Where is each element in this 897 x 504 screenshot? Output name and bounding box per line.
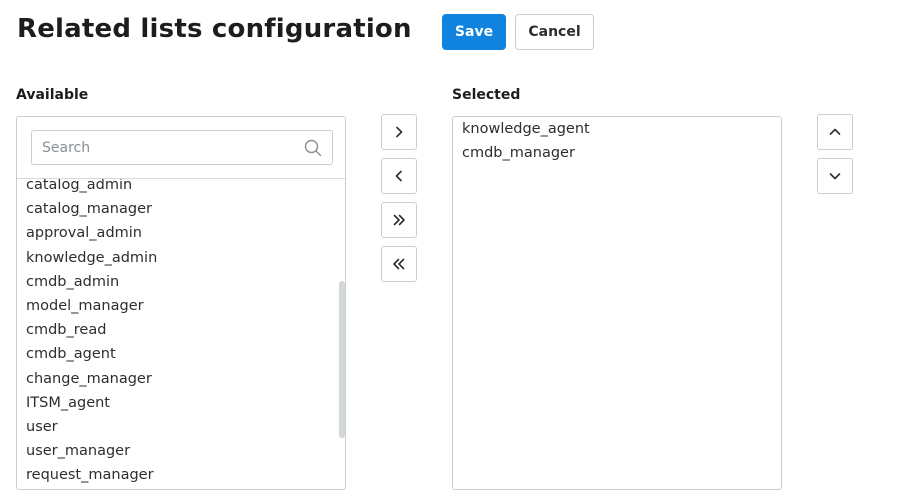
list-item[interactable]: catalog_manager xyxy=(17,197,345,221)
list-item[interactable]: approval_admin xyxy=(17,221,345,245)
search-icon xyxy=(304,139,322,157)
selected-list: knowledge_agent cmdb_manager xyxy=(453,117,781,165)
chevron-down-icon xyxy=(829,173,841,180)
list-item[interactable]: model_manager xyxy=(17,294,345,318)
available-list: catalog_admin catalog_manager approval_adm… xyxy=(17,173,345,487)
save-button[interactable]: Save xyxy=(442,14,506,50)
available-list-scrollbar[interactable] xyxy=(339,281,345,438)
list-item[interactable]: cmdb_read xyxy=(17,318,345,342)
move-down-button[interactable] xyxy=(817,158,853,194)
list-item[interactable]: user_manager xyxy=(17,439,345,463)
search-input[interactable] xyxy=(32,131,332,164)
available-label: Available xyxy=(16,87,89,103)
double-chevron-right-icon xyxy=(393,214,405,226)
selected-list-panel: knowledge_agent cmdb_manager xyxy=(452,116,782,490)
selected-label: Selected xyxy=(452,87,521,103)
list-item[interactable]: cmdb_agent xyxy=(17,342,345,366)
list-item[interactable]: ITSM_agent xyxy=(17,391,345,415)
move-up-button[interactable] xyxy=(817,114,853,150)
list-item[interactable]: change_manager xyxy=(17,367,345,391)
move-all-right-button[interactable] xyxy=(381,202,417,238)
chevron-left-icon xyxy=(395,170,402,182)
move-right-button[interactable] xyxy=(381,114,417,150)
chevron-right-icon xyxy=(396,126,403,138)
double-chevron-left-icon xyxy=(393,258,405,270)
list-item[interactable]: request_manager xyxy=(17,463,345,487)
search-area xyxy=(17,117,345,179)
search-box xyxy=(31,130,333,165)
list-item[interactable]: knowledge_agent xyxy=(453,117,781,141)
list-item[interactable]: knowledge_admin xyxy=(17,246,345,270)
list-item[interactable]: cmdb_admin xyxy=(17,270,345,294)
chevron-up-icon xyxy=(829,128,841,135)
list-item[interactable]: cmdb_manager xyxy=(453,141,781,165)
move-left-button[interactable] xyxy=(381,158,417,194)
list-item[interactable]: user xyxy=(17,415,345,439)
page-title: Related lists configuration xyxy=(17,14,412,44)
available-list-panel: catalog_admin catalog_manager approval_adm… xyxy=(16,116,346,490)
cancel-button[interactable]: Cancel xyxy=(515,14,594,50)
move-all-left-button[interactable] xyxy=(381,246,417,282)
